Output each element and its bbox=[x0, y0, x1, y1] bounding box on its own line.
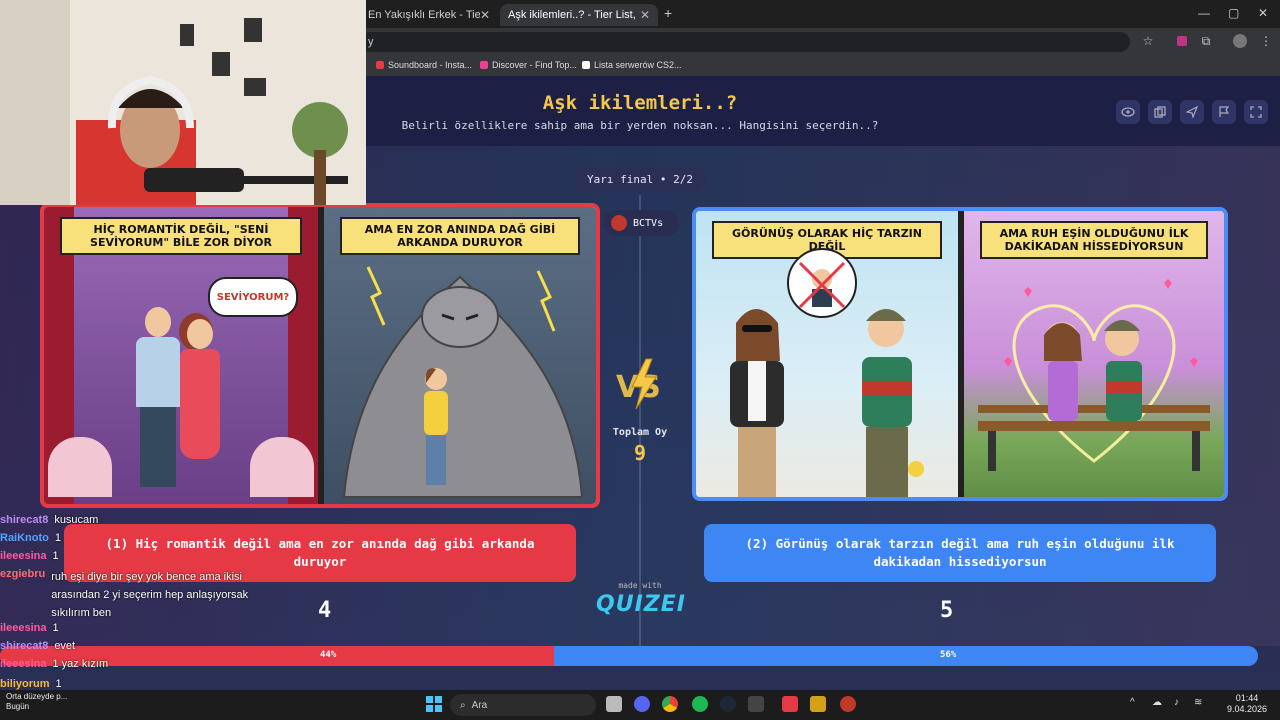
chat-message: ileeesina 1 bbox=[0, 550, 59, 562]
minimize-icon[interactable]: — bbox=[1198, 6, 1210, 20]
streamer-webcam bbox=[0, 0, 366, 205]
puzzle-icon[interactable]: ⧉ bbox=[1198, 33, 1214, 49]
table-left bbox=[48, 437, 112, 497]
microphone-icon[interactable]: ♪ bbox=[1174, 697, 1179, 708]
quiz-title: Aşk ikilemleri..? bbox=[542, 92, 738, 114]
option1-vote-count: 4 bbox=[318, 598, 332, 623]
wifi-icon[interactable]: ≋ bbox=[1194, 697, 1202, 708]
send-icon[interactable] bbox=[1180, 100, 1204, 124]
eye-icon[interactable] bbox=[1116, 100, 1140, 124]
chrome-icon[interactable] bbox=[662, 696, 678, 712]
bookmark-icon bbox=[376, 61, 384, 69]
style-mismatch-illustration bbox=[730, 248, 924, 497]
browser-tab-active[interactable]: Aşk ikilemleri..? - Tier List, Kör S ✕ bbox=[500, 4, 658, 26]
comic-panel-left: GÖRÜNÜŞ OLARAK HİÇ TARZIN DEĞİL bbox=[696, 211, 958, 497]
quizei-logo[interactable]: QUIZEI bbox=[596, 592, 685, 617]
url-input[interactable]: y bbox=[360, 32, 1130, 52]
comic-caption: HİÇ ROMANTİK DEĞİL, "SENİ SEVİYORUM" BİL… bbox=[60, 217, 302, 255]
option2-vote-count: 5 bbox=[940, 598, 954, 623]
quiz-subtitle: Belirli özelliklere sahip ama bir yerden… bbox=[401, 119, 879, 132]
bookmark-item[interactable]: Lista serwerów CS2... bbox=[582, 60, 682, 70]
spotify-icon[interactable] bbox=[692, 696, 708, 712]
chat-message: ezgiebru ruh eşi diye bir şey yok bence a… bbox=[0, 568, 249, 619]
cloud-icon[interactable]: ☁ bbox=[1152, 697, 1162, 708]
chat-message: biliyorum 1 bbox=[0, 678, 62, 690]
chevron-up-icon[interactable]: ^ bbox=[1130, 697, 1135, 708]
flag-icon[interactable] bbox=[1212, 100, 1236, 124]
window-close-icon[interactable]: ✕ bbox=[1258, 6, 1268, 20]
chat-message: shirecat8 kusucam bbox=[0, 514, 99, 526]
maximize-icon[interactable]: ▢ bbox=[1228, 6, 1239, 20]
app-icon[interactable] bbox=[840, 696, 856, 712]
chat-message: shirecat8 evet bbox=[0, 640, 76, 652]
copy-icon[interactable] bbox=[1148, 100, 1172, 124]
windows-start-icon[interactable] bbox=[426, 696, 442, 712]
option2-percent: 56% bbox=[940, 650, 957, 660]
bookmark-item[interactable]: Soundboard - Insta... bbox=[376, 60, 472, 70]
round-badge: Yarı final • 2/2 bbox=[574, 167, 706, 191]
chat-message: ileeesina 1 bbox=[0, 622, 59, 634]
discord-icon[interactable] bbox=[634, 696, 650, 712]
option1-percent: 44% bbox=[320, 650, 337, 660]
bookmark-icon bbox=[582, 61, 590, 69]
rock-golem-illustration bbox=[342, 266, 584, 498]
file-explorer-icon[interactable] bbox=[606, 696, 622, 712]
steam-icon[interactable] bbox=[720, 696, 736, 712]
taskbar-search[interactable]: ⌕ Ara bbox=[450, 694, 596, 716]
webcam-overlay bbox=[0, 0, 366, 205]
total-votes-value: 9 bbox=[633, 441, 647, 465]
made-with-label: made with bbox=[618, 581, 662, 590]
star-icon[interactable]: ☆ bbox=[1140, 33, 1156, 49]
fullscreen-icon[interactable] bbox=[1244, 100, 1268, 124]
user-badge: BCTVs bbox=[603, 210, 679, 236]
profile-avatar[interactable] bbox=[1232, 33, 1248, 49]
search-icon: ⌕ bbox=[460, 699, 466, 711]
avatar bbox=[611, 215, 627, 231]
close-icon[interactable]: ✕ bbox=[640, 8, 650, 22]
tab-label: Aşk ikilemleri..? - Tier List, Kör S bbox=[508, 9, 638, 21]
option1-image[interactable]: HİÇ ROMANTİK DEĞİL, "SENİ SEVİYORUM" BİL… bbox=[40, 203, 600, 508]
option2-button[interactable]: (2) Görünüş olarak tarzın değil ama ruh … bbox=[704, 524, 1216, 582]
comic-panel-left: HİÇ ROMANTİK DEĞİL, "SENİ SEVİYORUM" BİL… bbox=[44, 207, 318, 504]
close-icon[interactable]: ✕ bbox=[480, 8, 490, 22]
man-figure bbox=[136, 307, 180, 497]
shield-icon[interactable] bbox=[782, 696, 798, 712]
tab-label: En Yakışıklı Erkek - Tier List, Kör bbox=[368, 9, 480, 21]
menu-icon[interactable]: ⋮ bbox=[1258, 33, 1274, 49]
weather-widget[interactable]: Orta düzeyde p... Bugün bbox=[6, 692, 67, 712]
app-icon[interactable] bbox=[810, 696, 826, 712]
app-icon[interactable] bbox=[748, 696, 764, 712]
option2-image[interactable]: GÖRÜNÜŞ OLARAK HİÇ TARZIN DEĞİL AMA RUH … bbox=[692, 207, 1228, 501]
total-votes-label: Toplam Oy bbox=[612, 427, 668, 438]
bookmark-icon bbox=[480, 61, 488, 69]
chat-message: RaiKnoto 1 bbox=[0, 532, 62, 544]
chat-message: ileeesina 1 yaz kızım bbox=[0, 658, 109, 670]
username: BCTVs bbox=[633, 217, 664, 229]
extension-icon[interactable] bbox=[1174, 33, 1190, 49]
chat-overlay: shirecat8 kusucam RaiKnoto 1 ileeesina 1 ez… bbox=[0, 512, 270, 712]
bookmark-item[interactable]: Discover - Find Top... bbox=[480, 60, 577, 70]
table-right bbox=[250, 437, 314, 497]
soulmate-bench-illustration bbox=[978, 279, 1210, 471]
browser-tab[interactable]: En Yakışıklı Erkek - Tier List, Kör ✕ bbox=[360, 4, 498, 26]
thought-bubble: SEVİYORUM? bbox=[208, 277, 298, 317]
new-tab-icon[interactable]: + bbox=[664, 5, 672, 21]
taskbar-clock[interactable]: 01:44 9.04.2026 bbox=[1222, 693, 1272, 715]
woman-figure bbox=[178, 319, 222, 499]
vs-icon: VS bbox=[612, 355, 672, 413]
comic-panel-right: AMA RUH EŞİN OLDUĞUNU İLK DAKİKADAN HİSS… bbox=[964, 211, 1224, 497]
comic-panel-right: AMA EN ZOR ANINDA DAĞ GİBİ ARKANDA DURUY… bbox=[324, 207, 596, 504]
